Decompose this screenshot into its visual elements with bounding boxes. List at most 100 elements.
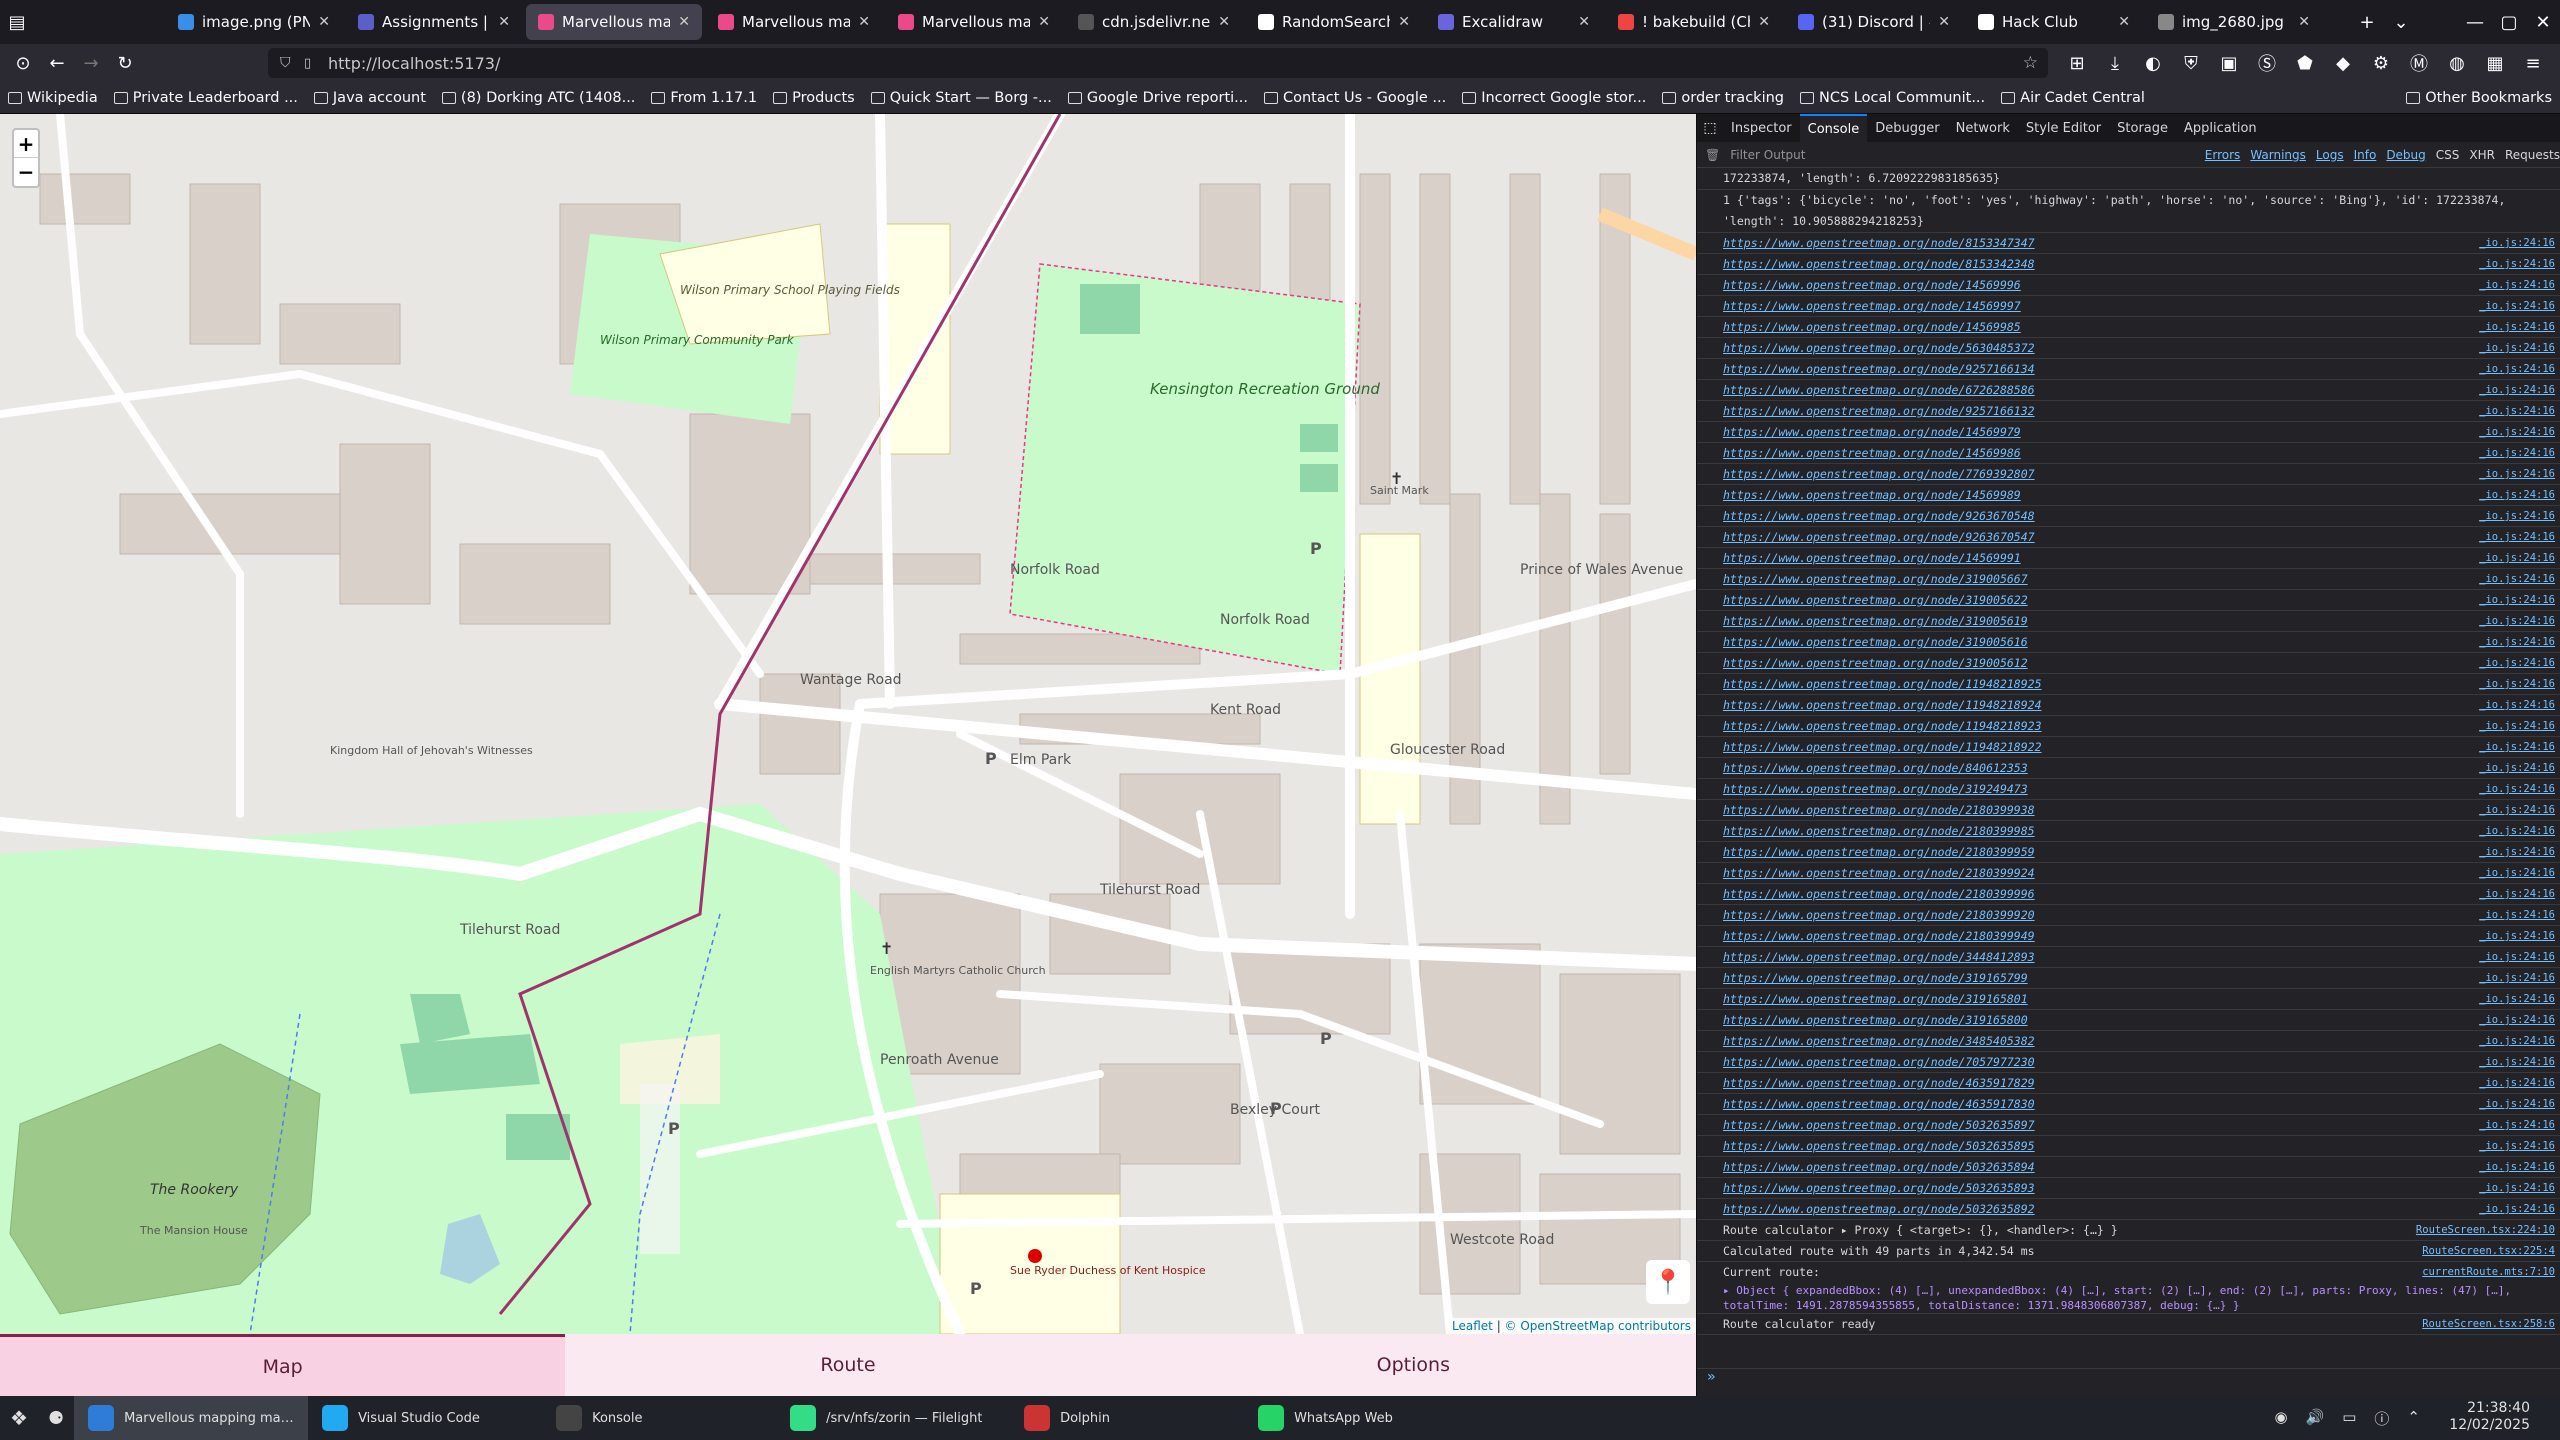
source-link[interactable]: currentRoute.mts:7:10 [2422,1262,2555,1283]
node-link[interactable]: https://www.openstreetmap.org/node/31916… [1723,989,2028,1009]
network-icon[interactable]: ◉ [2274,1408,2287,1429]
browser-tab[interactable]: Excalidraw ✕ [1426,4,1602,40]
sidebar-icon[interactable]: ⊙ [6,48,40,78]
devtools-tab-application[interactable]: Application [2176,114,2265,142]
maximize-icon[interactable]: ▢ [2492,7,2526,37]
source-link[interactable]: _io.js:24:16 [2479,842,2555,862]
node-link[interactable]: https://www.openstreetmap.org/node/14569… [1723,548,2021,568]
osm-link[interactable]: © OpenStreetMap contributors [1505,1319,1691,1333]
node-link[interactable]: https://www.openstreetmap.org/node/46359… [1723,1073,2035,1093]
source-link[interactable]: _io.js:24:16 [2479,569,2555,589]
url-bar[interactable]: ⛉ ▯ http://localhost:5173/ ☆ [268,48,2048,78]
route-object[interactable]: ▸ Object { expandedBbox: (4) […], unexpa… [1723,1283,2555,1313]
source-link[interactable]: _io.js:24:16 [2479,317,2555,337]
extension-icon[interactable]: ⊞ [2060,48,2094,78]
new-tab-button[interactable]: + [2350,7,2384,37]
source-link[interactable]: _io.js:24:16 [2479,884,2555,904]
source-link[interactable]: _io.js:24:16 [2479,926,2555,946]
source-link[interactable]: _io.js:24:16 [2479,1073,2555,1093]
filter-toggle-errors[interactable]: Errors [2205,148,2241,162]
node-link[interactable]: https://www.openstreetmap.org/node/50326… [1723,1115,2035,1135]
pager-icon[interactable]: ⚈ [38,1396,74,1440]
source-link[interactable]: _io.js:24:16 [2479,275,2555,295]
reload-button[interactable]: ↻ [108,48,142,78]
node-link[interactable]: https://www.openstreetmap.org/node/34484… [1723,947,2035,967]
battery-icon[interactable]: ▭ [2342,1408,2356,1429]
extension-icon[interactable]: Ⓜ [2402,48,2436,78]
extension-icon[interactable]: Ⓢ [2250,48,2284,78]
source-link[interactable]: _io.js:24:16 [2479,1157,2555,1177]
devtools-tab-console[interactable]: Console [1799,114,1868,142]
browser-tab[interactable]: Marvellous mappin ✕ [886,4,1062,40]
source-link[interactable]: _io.js:24:16 [2479,1199,2555,1219]
source-link[interactable]: RouteScreen.tsx:225:4 [2422,1241,2555,1261]
bookmark-item[interactable]: Wikipedia [0,90,106,106]
node-link[interactable]: https://www.openstreetmap.org/node/84061… [1723,758,2028,778]
node-link[interactable]: https://www.openstreetmap.org/node/31924… [1723,779,2028,799]
browser-tab[interactable]: RandomSearch18/a ✕ [1246,4,1422,40]
bookmark-item[interactable]: NCS Local Communit... [1792,90,1993,106]
node-link[interactable]: https://www.openstreetmap.org/node/92571… [1723,401,2035,421]
extension-icon[interactable]: ▦ [2478,48,2512,78]
expand-tray-icon[interactable]: ⌃ [2407,1408,2420,1429]
url-text[interactable]: http://localhost:5173/ [328,54,500,73]
extension-icon[interactable]: ◆ [2326,48,2360,78]
taskbar-task[interactable]: Dolphin [1010,1396,1244,1440]
node-link[interactable]: https://www.openstreetmap.org/node/14569… [1723,275,2021,295]
filter-toggle-logs[interactable]: Logs [2316,148,2344,162]
node-link[interactable]: https://www.openstreetmap.org/node/81533… [1723,254,2035,274]
nav-route-tab[interactable]: Route [565,1334,1131,1396]
source-link[interactable]: _io.js:24:16 [2479,611,2555,631]
source-link[interactable]: _io.js:24:16 [2479,1010,2555,1030]
filter-toggle-requests[interactable]: Requests [2505,148,2560,162]
source-link[interactable]: _io.js:24:16 [2479,1094,2555,1114]
extension-icon[interactable]: ▣ [2212,48,2246,78]
node-link[interactable]: https://www.openstreetmap.org/node/31916… [1723,968,2028,988]
source-link[interactable]: _io.js:24:16 [2479,485,2555,505]
source-link[interactable]: _io.js:24:16 [2479,1136,2555,1156]
bookmark-item[interactable]: Other Bookmarks [2398,90,2560,106]
node-link[interactable]: https://www.openstreetmap.org/node/21803… [1723,821,2035,841]
close-window-icon[interactable]: ✕ [2526,7,2560,37]
devtools-tab-network[interactable]: Network [1948,114,2018,142]
node-link[interactable]: https://www.openstreetmap.org/node/70579… [1723,1052,2035,1072]
browser-tab[interactable]: Assignments | Micr ✕ [346,4,522,40]
close-tab-icon[interactable]: ✕ [318,14,330,30]
source-link[interactable]: _io.js:24:16 [2479,1178,2555,1198]
node-link[interactable]: https://www.openstreetmap.org/node/14569… [1723,485,2021,505]
node-link[interactable]: https://www.openstreetmap.org/node/50326… [1723,1178,2035,1198]
taskbar-task[interactable]: Konsole [542,1396,776,1440]
source-link[interactable]: _io.js:24:16 [2479,905,2555,925]
devtools-tab-style-editor[interactable]: Style Editor [2018,114,2109,142]
browser-tab[interactable]: image.png (PNG Image ✕ [166,4,342,40]
close-tab-icon[interactable]: ✕ [2298,14,2310,30]
filter-toggle-warnings[interactable]: Warnings [2250,148,2306,162]
node-link[interactable]: https://www.openstreetmap.org/node/14569… [1723,296,2021,316]
filter-toggle-css[interactable]: CSS [2436,148,2460,162]
node-link[interactable]: https://www.openstreetmap.org/node/31900… [1723,569,2028,589]
node-link[interactable]: https://www.openstreetmap.org/node/11948… [1723,737,2042,757]
close-tab-icon[interactable]: ✕ [498,14,510,30]
node-link[interactable]: https://www.openstreetmap.org/node/92636… [1723,506,2035,526]
source-link[interactable]: _io.js:24:16 [2479,443,2555,463]
source-link[interactable]: _io.js:24:16 [2479,296,2555,316]
bookmark-item[interactable]: Google Drive reporti... [1060,90,1256,106]
app-launcher-icon[interactable]: ❖ [0,1396,38,1440]
node-link[interactable]: https://www.openstreetmap.org/node/92571… [1723,359,2035,379]
node-link[interactable]: https://www.openstreetmap.org/node/31900… [1723,653,2028,673]
download-icon[interactable]: ⤓ [2098,48,2132,78]
source-link[interactable]: _io.js:24:16 [2479,254,2555,274]
taskbar-task[interactable]: WhatsApp Web [1244,1396,1478,1440]
browser-tab[interactable]: cdn.jsdelivr.net/pyodid ✕ [1066,4,1242,40]
node-link[interactable]: https://www.openstreetmap.org/node/50326… [1723,1157,2035,1177]
source-link[interactable]: RouteScreen.tsx:258:6 [2422,1314,2555,1334]
source-link[interactable]: _io.js:24:16 [2479,1052,2555,1072]
extension-icon[interactable]: ⬟ [2288,48,2322,78]
node-link[interactable]: https://www.openstreetmap.org/node/77693… [1723,464,2035,484]
browser-tab[interactable]: img_2680.jpg (JPEG Im ✕ [2146,4,2322,40]
devtools-tab-inspector[interactable]: Inspector [1723,114,1800,142]
node-link[interactable]: https://www.openstreetmap.org/node/50326… [1723,1136,2035,1156]
nav-map-tab[interactable]: Map [0,1334,566,1396]
source-link[interactable]: _io.js:24:16 [2479,422,2555,442]
browser-tab[interactable]: Hack Club ✕ [1966,4,2142,40]
